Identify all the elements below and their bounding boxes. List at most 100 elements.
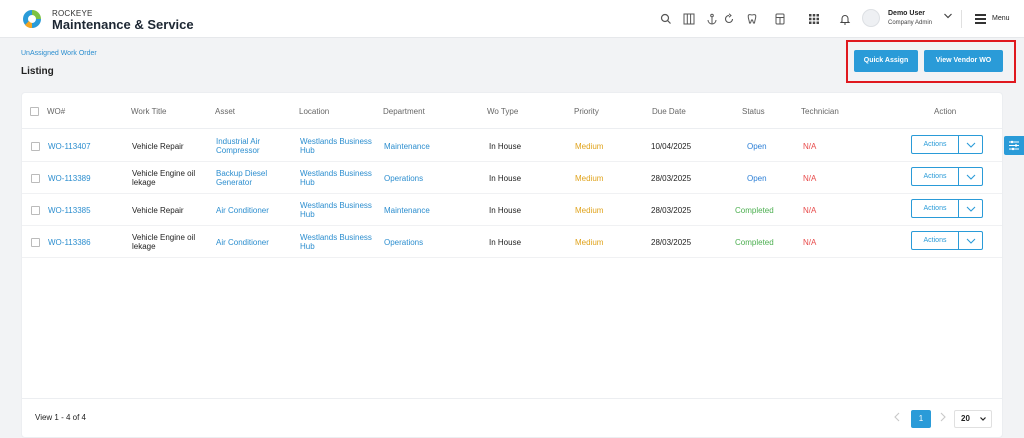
bell-icon[interactable]: [839, 13, 851, 25]
calculator-icon[interactable]: [774, 13, 786, 25]
menu-button-label[interactable]: Menu: [992, 15, 1010, 22]
due-date: 28/03/2025: [651, 238, 692, 247]
location-link[interactable]: Westlands Business Hub: [300, 137, 380, 155]
tooth-icon[interactable]: [746, 13, 758, 25]
work-order-table-card: WO# Work Title Asset Location Department…: [21, 92, 1003, 438]
status-badge: Completed: [735, 238, 774, 247]
hamburger-menu-icon[interactable]: [975, 14, 986, 24]
row-checkbox[interactable]: [31, 142, 40, 151]
column-header-wo-type[interactable]: Wo Type: [487, 107, 518, 116]
actions-button[interactable]: Actions: [911, 231, 959, 250]
actions-button[interactable]: Actions: [911, 135, 959, 154]
rockeye-logo[interactable]: [21, 8, 43, 30]
actions-dropdown-toggle[interactable]: [959, 167, 983, 186]
row-checkbox[interactable]: [31, 206, 40, 215]
select-all-checkbox[interactable]: [30, 107, 39, 116]
location-link[interactable]: Westlands Business Hub: [300, 233, 380, 251]
technician: N/A: [803, 238, 817, 247]
column-header-wo[interactable]: WO#: [47, 107, 65, 116]
work-title: Vehicle Repair: [132, 206, 184, 215]
department-link[interactable]: Operations: [384, 174, 423, 183]
row-checkbox[interactable]: [31, 238, 40, 247]
table-header: WO# Work Title Asset Location Department…: [22, 93, 1002, 129]
row-checkbox[interactable]: [31, 174, 40, 183]
actions-dropdown-toggle[interactable]: [959, 135, 983, 154]
priority-badge: Medium: [575, 206, 604, 215]
user-name[interactable]: Demo User: [888, 10, 925, 17]
asset-link[interactable]: Industrial Air Compressor: [216, 137, 282, 155]
refresh-icon[interactable]: [723, 13, 735, 25]
chevron-right-icon[interactable]: [940, 412, 946, 422]
column-header-department[interactable]: Department: [383, 107, 425, 116]
column-header-technician[interactable]: Technician: [801, 107, 839, 116]
department-link[interactable]: Maintenance: [384, 142, 430, 151]
wo-number-link[interactable]: WO-113407: [48, 142, 91, 151]
priority-badge: Medium: [575, 142, 604, 151]
due-date: 10/04/2025: [651, 142, 692, 151]
chevron-down-icon[interactable]: [943, 12, 953, 20]
table-row[interactable]: WO-113407 Vehicle Repair Industrial Air …: [22, 130, 1002, 162]
filter-settings-tab[interactable]: [1004, 136, 1024, 155]
actions-button[interactable]: Actions: [911, 167, 959, 186]
avatar[interactable]: [862, 9, 880, 27]
chevron-down-icon: [966, 238, 976, 244]
wo-number-link[interactable]: WO-113385: [48, 206, 91, 215]
chevron-left-icon[interactable]: [894, 412, 900, 422]
department-link[interactable]: Maintenance: [384, 206, 430, 215]
quick-assign-button[interactable]: Quick Assign: [854, 50, 918, 72]
breadcrumb[interactable]: UnAssigned Work Order: [21, 50, 97, 57]
view-vendor-wo-button[interactable]: View Vendor WO: [924, 50, 1003, 72]
asset-link[interactable]: Air Conditioner: [216, 206, 286, 215]
wo-type: In House: [489, 142, 522, 151]
status-badge: Open: [747, 174, 767, 183]
technician: N/A: [803, 142, 817, 151]
chevron-down-icon: [980, 417, 986, 421]
table-row[interactable]: WO-113386 Vehicle Engine oil lekage Air …: [22, 226, 1002, 258]
column-header-action: Action: [934, 107, 957, 116]
wo-number-link[interactable]: WO-113389: [48, 174, 91, 183]
column-header-asset[interactable]: Asset: [215, 107, 235, 116]
wo-type: In House: [489, 238, 522, 247]
actions-button[interactable]: Actions: [911, 199, 959, 218]
work-title: Vehicle Engine oil lekage: [132, 169, 196, 187]
work-title: Vehicle Repair: [132, 142, 184, 151]
page-number-button[interactable]: 1: [911, 410, 931, 428]
page-size-select[interactable]: 20: [954, 410, 992, 428]
sliders-icon: [1009, 140, 1019, 151]
work-title: Vehicle Engine oil lekage: [132, 233, 196, 251]
search-icon[interactable]: [660, 13, 672, 25]
user-role: Company Admin: [888, 20, 933, 26]
table-row[interactable]: WO-113385 Vehicle Repair Air Conditioner…: [22, 194, 1002, 226]
page-title: Listing: [21, 66, 54, 77]
table-row[interactable]: WO-113389 Vehicle Engine oil lekage Back…: [22, 162, 1002, 194]
location-link[interactable]: Westlands Business Hub: [300, 201, 380, 219]
location-link[interactable]: Westlands Business Hub: [300, 169, 380, 187]
anchor-icon[interactable]: [706, 13, 718, 25]
wo-number-link[interactable]: WO-113386: [48, 238, 91, 247]
wo-type: In House: [489, 206, 522, 215]
actions-dropdown-toggle[interactable]: [959, 199, 983, 218]
due-date: 28/03/2025: [651, 174, 692, 183]
top-header: ROCKEYE Maintenance & Service Demo User …: [0, 0, 1024, 38]
app-title[interactable]: Maintenance & Service: [52, 17, 194, 32]
column-header-work-title[interactable]: Work Title: [131, 107, 166, 116]
header-divider: [961, 10, 962, 28]
column-header-location[interactable]: Location: [299, 107, 329, 116]
apps-grid-icon[interactable]: [808, 13, 820, 25]
wo-type: In House: [489, 174, 522, 183]
actions-dropdown-toggle[interactable]: [959, 231, 983, 250]
priority-badge: Medium: [575, 238, 604, 247]
chevron-down-icon: [966, 142, 976, 148]
column-header-priority[interactable]: Priority: [574, 107, 599, 116]
page-size-value: 20: [961, 414, 970, 423]
record-count: View 1 - 4 of 4: [35, 413, 86, 422]
column-header-status[interactable]: Status: [742, 107, 765, 116]
technician: N/A: [803, 174, 817, 183]
column-header-due-date[interactable]: Due Date: [652, 107, 686, 116]
department-link[interactable]: Operations: [384, 238, 423, 247]
asset-link[interactable]: Backup Diesel Generator: [216, 169, 282, 187]
chevron-down-icon: [966, 206, 976, 212]
asset-link[interactable]: Air Conditioner: [216, 238, 286, 247]
columns-icon[interactable]: [683, 13, 695, 25]
pagination-bar: View 1 - 4 of 4 1 20: [22, 398, 1002, 438]
